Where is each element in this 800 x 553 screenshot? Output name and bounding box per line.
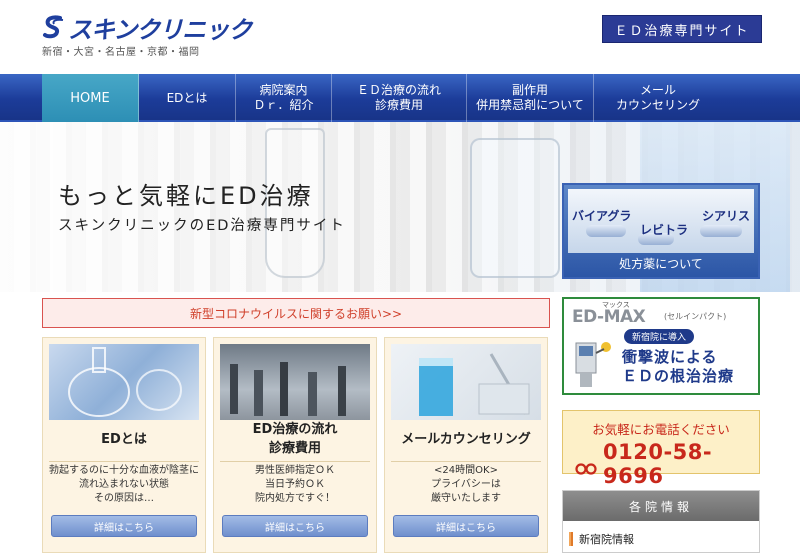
card-divider — [49, 461, 199, 462]
drug-name-levitra: レビトラ — [640, 223, 689, 237]
card-about-ed: EDとは 勃起するのに十分な血液が陰茎に 流れ込まれない状態 その原因は… 詳細… — [42, 337, 206, 553]
edmax-badge: 新宿院に導入 — [624, 329, 694, 344]
phone-number: 0120-58-9696 — [575, 440, 759, 488]
nav-item-treatment-flow[interactable]: ＥＤ治療の流れ 診療費用 — [332, 74, 467, 122]
clinic-item-label: 新宿院情報 — [579, 533, 634, 546]
pill-icon — [586, 225, 626, 237]
clinic-info-heading: 各院情報 — [563, 491, 759, 521]
edmax-subtitle: (セルインパクト) — [664, 312, 727, 321]
clinic-logo[interactable]: スキンクリニック — [42, 10, 252, 45]
phone-caption: お気軽にお電話ください — [592, 422, 730, 437]
shockwave-device-icon — [570, 333, 614, 391]
drug-name-cialis: シアリス — [702, 209, 751, 223]
card-treatment-flow: ED治療の流れ 診療費用 男性医師指定ＯＫ 当日予約ＯＫ 院内処方ですぐ！ 詳細… — [213, 337, 377, 553]
hero-subtitle: スキンクリニックのED治療専門サイト — [58, 218, 346, 234]
card-description: <24時間OK> プライバシーは 厳守いたします — [431, 465, 501, 504]
logo-s-icon — [42, 14, 66, 41]
nav-item-home[interactable]: HOME — [42, 74, 139, 122]
edmax-text: 衝撃波による ＥＤの根治治療 — [622, 348, 735, 385]
nav-item-side-effects[interactable]: 副作用 併用禁忌剤について — [467, 74, 594, 122]
nav-item-about-ed[interactable]: EDとは — [139, 74, 236, 122]
card-flask-image — [49, 344, 199, 420]
drug-banner-label: 処方薬について — [619, 257, 703, 271]
card-title: EDとは — [101, 432, 147, 447]
card-title: メールカウンセリング — [401, 432, 531, 447]
clinic-item-shinjuku[interactable]: 新宿院情報 — [569, 531, 634, 547]
hero-beaker-image — [470, 138, 560, 278]
drug-pills-image: バイアグラ レビトラ シアリス — [568, 189, 754, 253]
clinic-locations: 新宿・大宮・名古屋・京都・福岡 — [42, 47, 200, 58]
nav-item-mail-counseling[interactable]: メール カウンセリング — [594, 74, 722, 122]
details-button[interactable]: 詳細はこちら — [222, 515, 368, 537]
logo-text: スキンクリニック — [68, 16, 252, 44]
ed-site-button[interactable]: ＥＤ治療専門サイト — [602, 15, 762, 43]
card-crowd-image — [220, 344, 370, 420]
clinic-info-box: 各院情報 新宿院情報 — [562, 490, 760, 553]
header: スキンクリニック 新宿・大宮・名古屋・京都・福岡 ＥＤ治療専門サイト — [0, 0, 800, 74]
covid-notice-link[interactable]: 新型コロナウイルスに関するお願い>> — [42, 298, 550, 328]
card-mail-counseling: メールカウンセリング <24時間OK> プライバシーは 厳守いたします 詳細はこ… — [384, 337, 548, 553]
hero-title: もっと気軽にED治療 — [58, 182, 314, 210]
free-dial-icon — [575, 457, 597, 475]
card-title: ED治療の流れ 診療費用 — [252, 422, 338, 456]
card-divider — [391, 461, 541, 462]
pill-icon — [700, 225, 742, 237]
phone-contact-box[interactable]: お気軽にお電話ください 0120-58-9696 — [562, 410, 760, 488]
edmax-title: ED-MAX — [572, 307, 646, 327]
details-button[interactable]: 詳細はこちら — [393, 515, 539, 537]
edmax-banner[interactable]: マックス ED-MAX (セルインパクト) 新宿院に導入 衝撃波による ＥＤの根… — [562, 297, 760, 395]
nav-item-hospital-doctor[interactable]: 病院案内 Ｄｒ．紹介 — [236, 74, 332, 122]
card-description: 勃起するのに十分な血液が陰茎に 流れ込まれない状態 その原因は… — [49, 465, 199, 504]
list-bullet-icon — [569, 532, 573, 546]
card-description: 男性医師指定ＯＫ 当日予約ＯＫ 院内処方ですぐ！ — [255, 465, 335, 504]
main-nav: HOME EDとは 病院案内 Ｄｒ．紹介 ＥＤ治療の流れ 診療費用 副作用 併用… — [0, 74, 800, 122]
phone-number-text: 0120-58-9696 — [603, 440, 713, 488]
card-glass-image — [391, 344, 541, 420]
drug-name-viagra: バイアグラ — [572, 209, 632, 223]
details-button[interactable]: 詳細はこちら — [51, 515, 197, 537]
prescription-drugs-banner[interactable]: バイアグラ レビトラ シアリス 処方薬について — [562, 183, 760, 279]
card-divider — [220, 461, 370, 462]
